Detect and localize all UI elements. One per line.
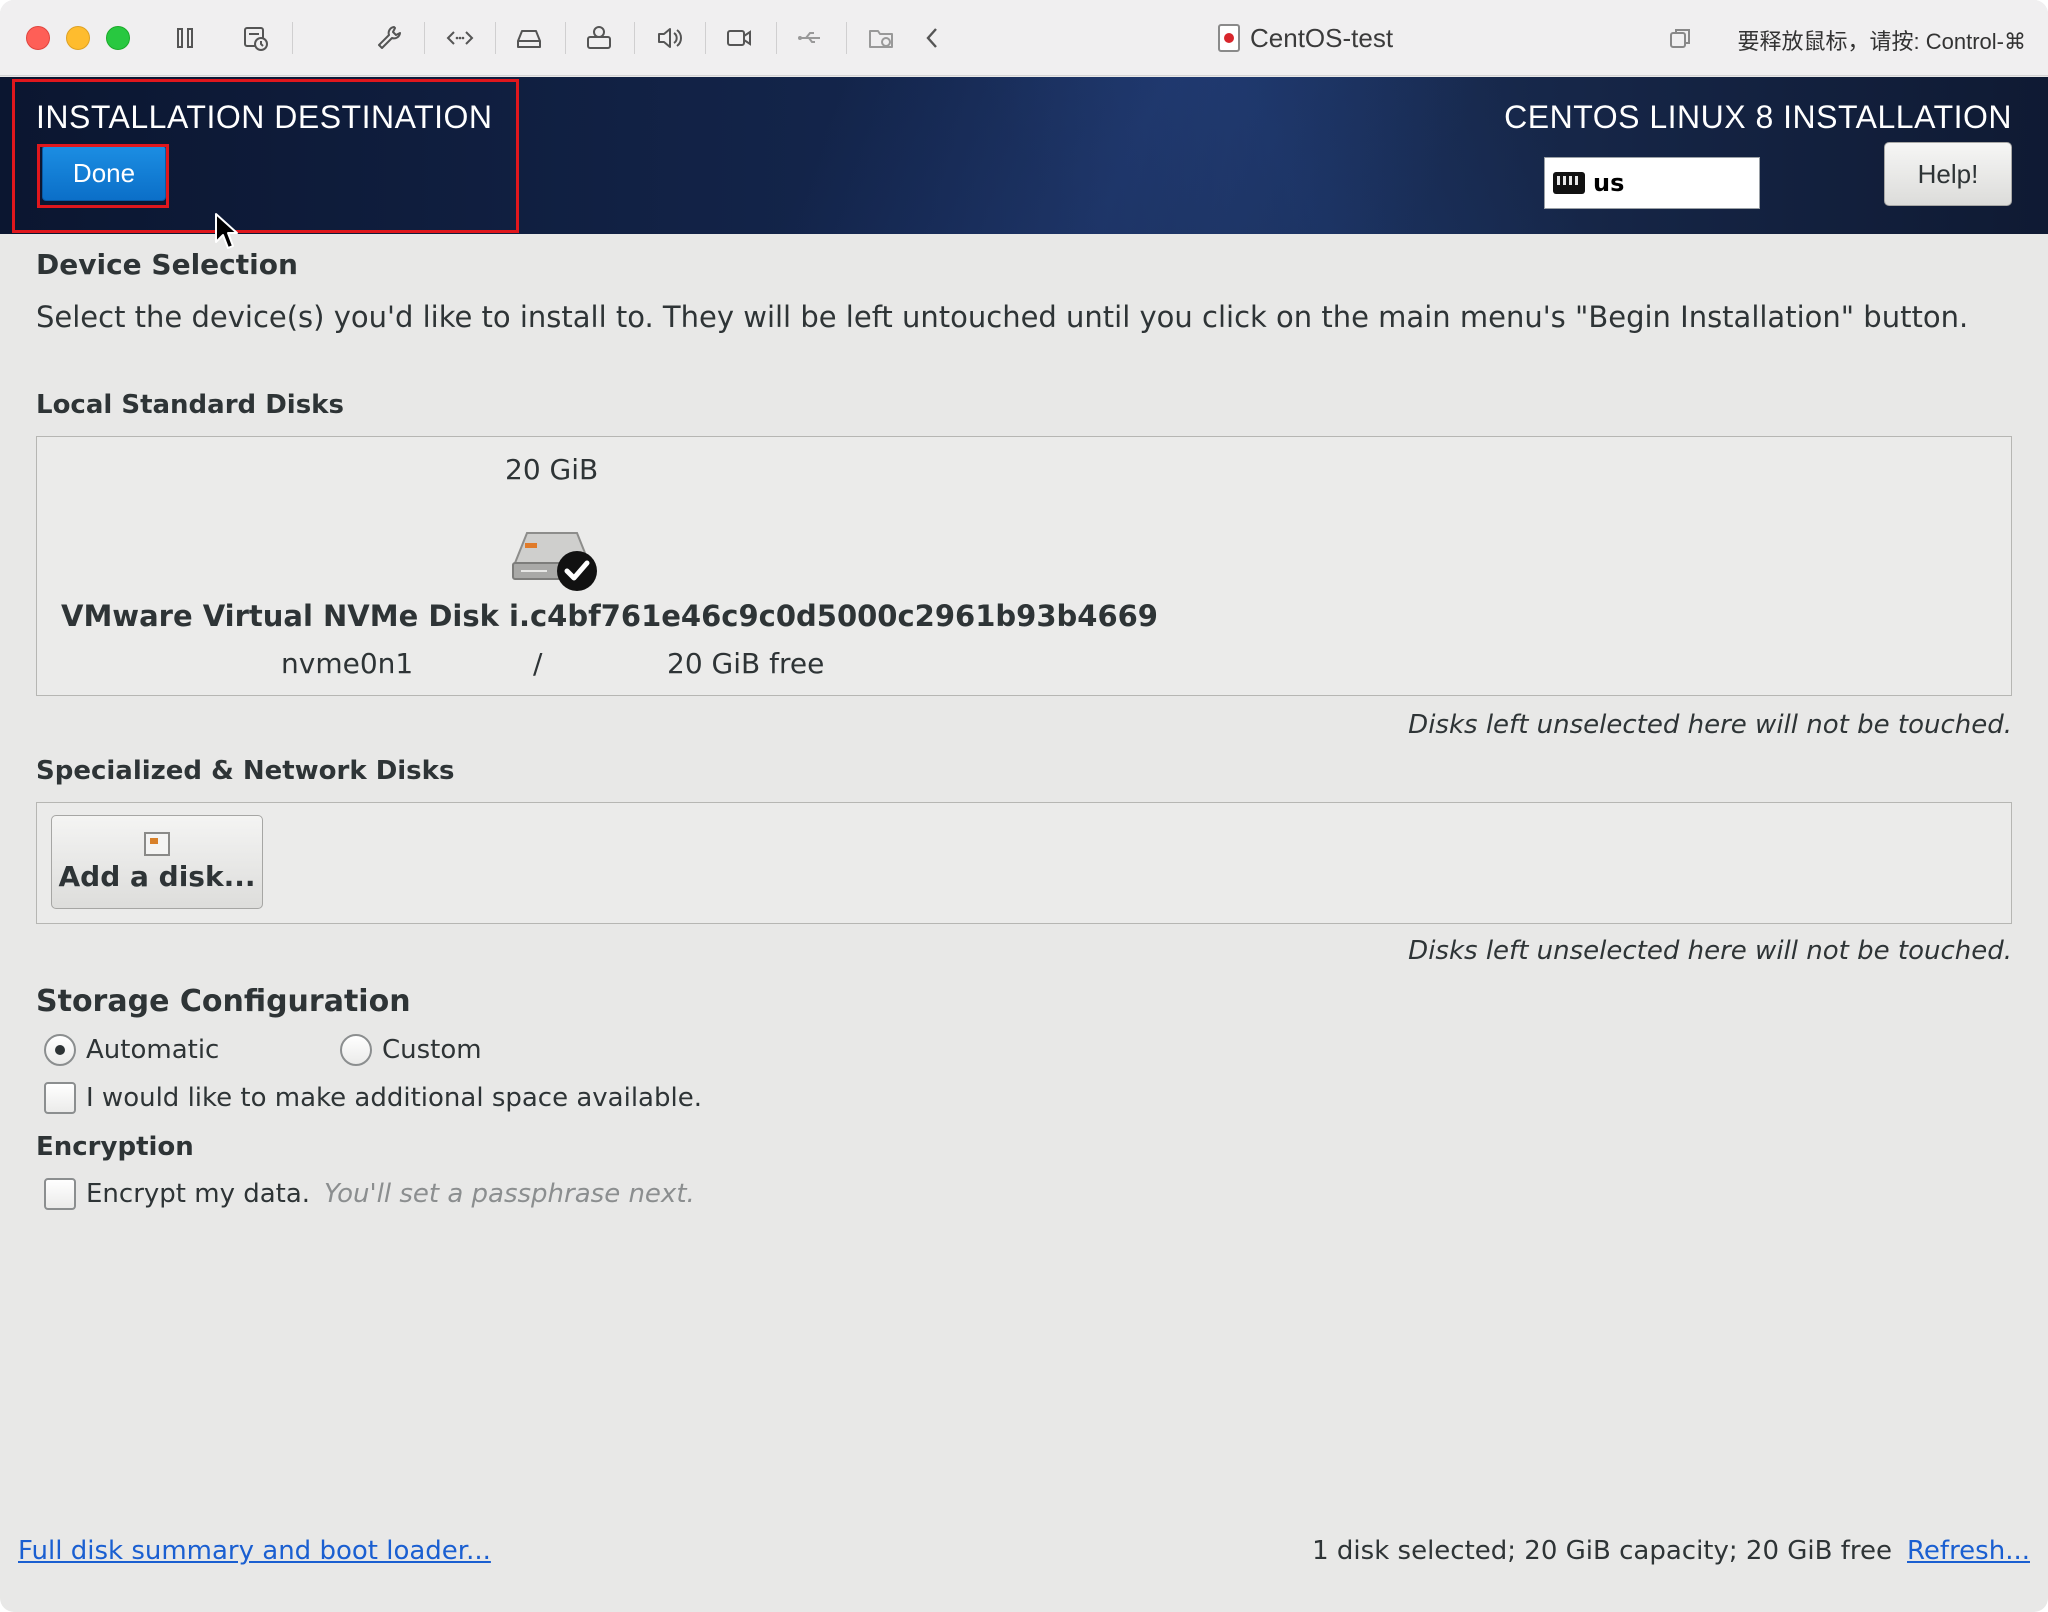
- spoke-title: INSTALLATION DESTINATION: [36, 99, 493, 135]
- window-title-text: CentOS-test: [1250, 22, 1394, 53]
- full-disk-summary-link[interactable]: Full disk summary and boot loader...: [18, 1536, 491, 1566]
- disk-device: nvme0n1: [281, 647, 414, 680]
- encrypt-label: Encrypt my data.: [86, 1179, 311, 1209]
- network-icon[interactable]: [443, 20, 477, 56]
- reclaim-space-option[interactable]: I would like to make additional space av…: [44, 1078, 702, 1118]
- window-title: CentOS-test: [1218, 20, 1393, 56]
- refresh-link[interactable]: Refresh...: [1907, 1536, 2030, 1566]
- usb-icon[interactable]: [793, 20, 827, 56]
- add-disk-icon: [144, 831, 170, 856]
- toolbar-divider: [846, 22, 847, 54]
- disk-mount: /: [533, 647, 543, 680]
- window-copy-icon[interactable]: [1668, 26, 1692, 50]
- hard-disk-icon[interactable]: [512, 20, 546, 56]
- toolbar-divider: [495, 22, 496, 54]
- toolbar-divider: [424, 22, 425, 54]
- device-selection-heading: Device Selection: [36, 248, 298, 281]
- local-disks-panel: 20 GiB VMware Virtual NVMe Disk i.c4bf76…: [36, 436, 2012, 696]
- spoke-header: INSTALLATION DESTINATION Done CENTOS LIN…: [0, 77, 2048, 234]
- close-window-button[interactable]: [26, 26, 50, 50]
- custom-radio-label: Custom: [382, 1035, 482, 1065]
- custom-radio-option[interactable]: Custom: [340, 1030, 482, 1070]
- chevron-left-icon[interactable]: [916, 20, 950, 56]
- pause-icon[interactable]: [168, 20, 202, 56]
- reclaim-space-label: I would like to make additional space av…: [86, 1083, 702, 1113]
- encrypt-checkbox[interactable]: [44, 1178, 76, 1210]
- title-bar: CentOS-test 要释放鼠标，请按: Control-⌘: [0, 0, 2048, 76]
- video-camera-icon[interactable]: [722, 20, 756, 56]
- keyboard-icon: [1553, 172, 1585, 194]
- keyboard-layout-value: us: [1593, 169, 1625, 197]
- camera-icon[interactable]: [582, 20, 616, 56]
- maximize-window-button[interactable]: [106, 26, 130, 50]
- encrypt-hint: You'll set a passphrase next.: [324, 1179, 695, 1209]
- help-button[interactable]: Help!: [1884, 142, 2012, 206]
- mouse-pointer-icon: [215, 213, 238, 249]
- vm-window: CentOS-test 要释放鼠标，请按: Control-⌘ INSTALLA…: [0, 0, 2048, 1612]
- release-mouse-hint: 要释放鼠标，请按: Control-⌘: [1737, 29, 2026, 54]
- local-disks-note: Disks left unselected here will not be t…: [1408, 710, 2012, 740]
- minimize-window-button[interactable]: [66, 26, 90, 50]
- toolbar-divider: [776, 22, 777, 54]
- network-disks-panel: Add a disk...: [36, 802, 2012, 924]
- toolbar-divider: [292, 22, 293, 54]
- disk-size: 20 GiB: [505, 453, 599, 486]
- device-selection-description: Select the device(s) you'd like to insta…: [36, 300, 1969, 334]
- custom-radio[interactable]: [340, 1034, 372, 1066]
- toolbar-divider: [705, 22, 706, 54]
- done-button[interactable]: Done: [42, 145, 166, 201]
- automatic-radio[interactable]: [44, 1034, 76, 1066]
- shared-folder-icon[interactable]: [864, 20, 898, 56]
- disk-name: VMware Virtual NVMe Disk i.c4bf761e46c9c…: [61, 599, 1158, 633]
- local-disks-heading: Local Standard Disks: [36, 390, 344, 420]
- add-disk-button[interactable]: Add a disk...: [51, 815, 263, 909]
- disk-selection-status: 1 disk selected; 20 GiB capacity; 20 GiB…: [1312, 1536, 1892, 1566]
- encrypt-option[interactable]: Encrypt my data. You'll set a passphrase…: [44, 1174, 695, 1214]
- toolbar-divider: [565, 22, 566, 54]
- network-disks-note: Disks left unselected here will not be t…: [1408, 936, 2012, 966]
- automatic-radio-label: Automatic: [86, 1035, 220, 1065]
- speaker-icon[interactable]: [652, 20, 686, 56]
- storage-config-heading: Storage Configuration: [36, 984, 411, 1019]
- add-disk-label: Add a disk...: [58, 859, 256, 893]
- product-title: CENTOS LINUX 8 INSTALLATION: [1504, 99, 2012, 135]
- disk-free: 20 GiB free: [667, 647, 825, 680]
- wrench-icon[interactable]: [372, 20, 406, 56]
- hard-drive-selected-icon: [512, 532, 597, 591]
- spoke-content: Device Selection Select the device(s) yo…: [0, 234, 2048, 1612]
- network-disks-heading: Specialized & Network Disks: [36, 756, 455, 786]
- toolbar-divider: [634, 22, 635, 54]
- keyboard-layout-indicator[interactable]: us: [1544, 157, 1760, 209]
- encryption-heading: Encryption: [36, 1132, 194, 1162]
- snapshot-icon[interactable]: [238, 20, 272, 56]
- reclaim-space-checkbox[interactable]: [44, 1082, 76, 1114]
- vm-document-icon: [1218, 24, 1240, 52]
- automatic-radio-option[interactable]: Automatic: [44, 1030, 219, 1070]
